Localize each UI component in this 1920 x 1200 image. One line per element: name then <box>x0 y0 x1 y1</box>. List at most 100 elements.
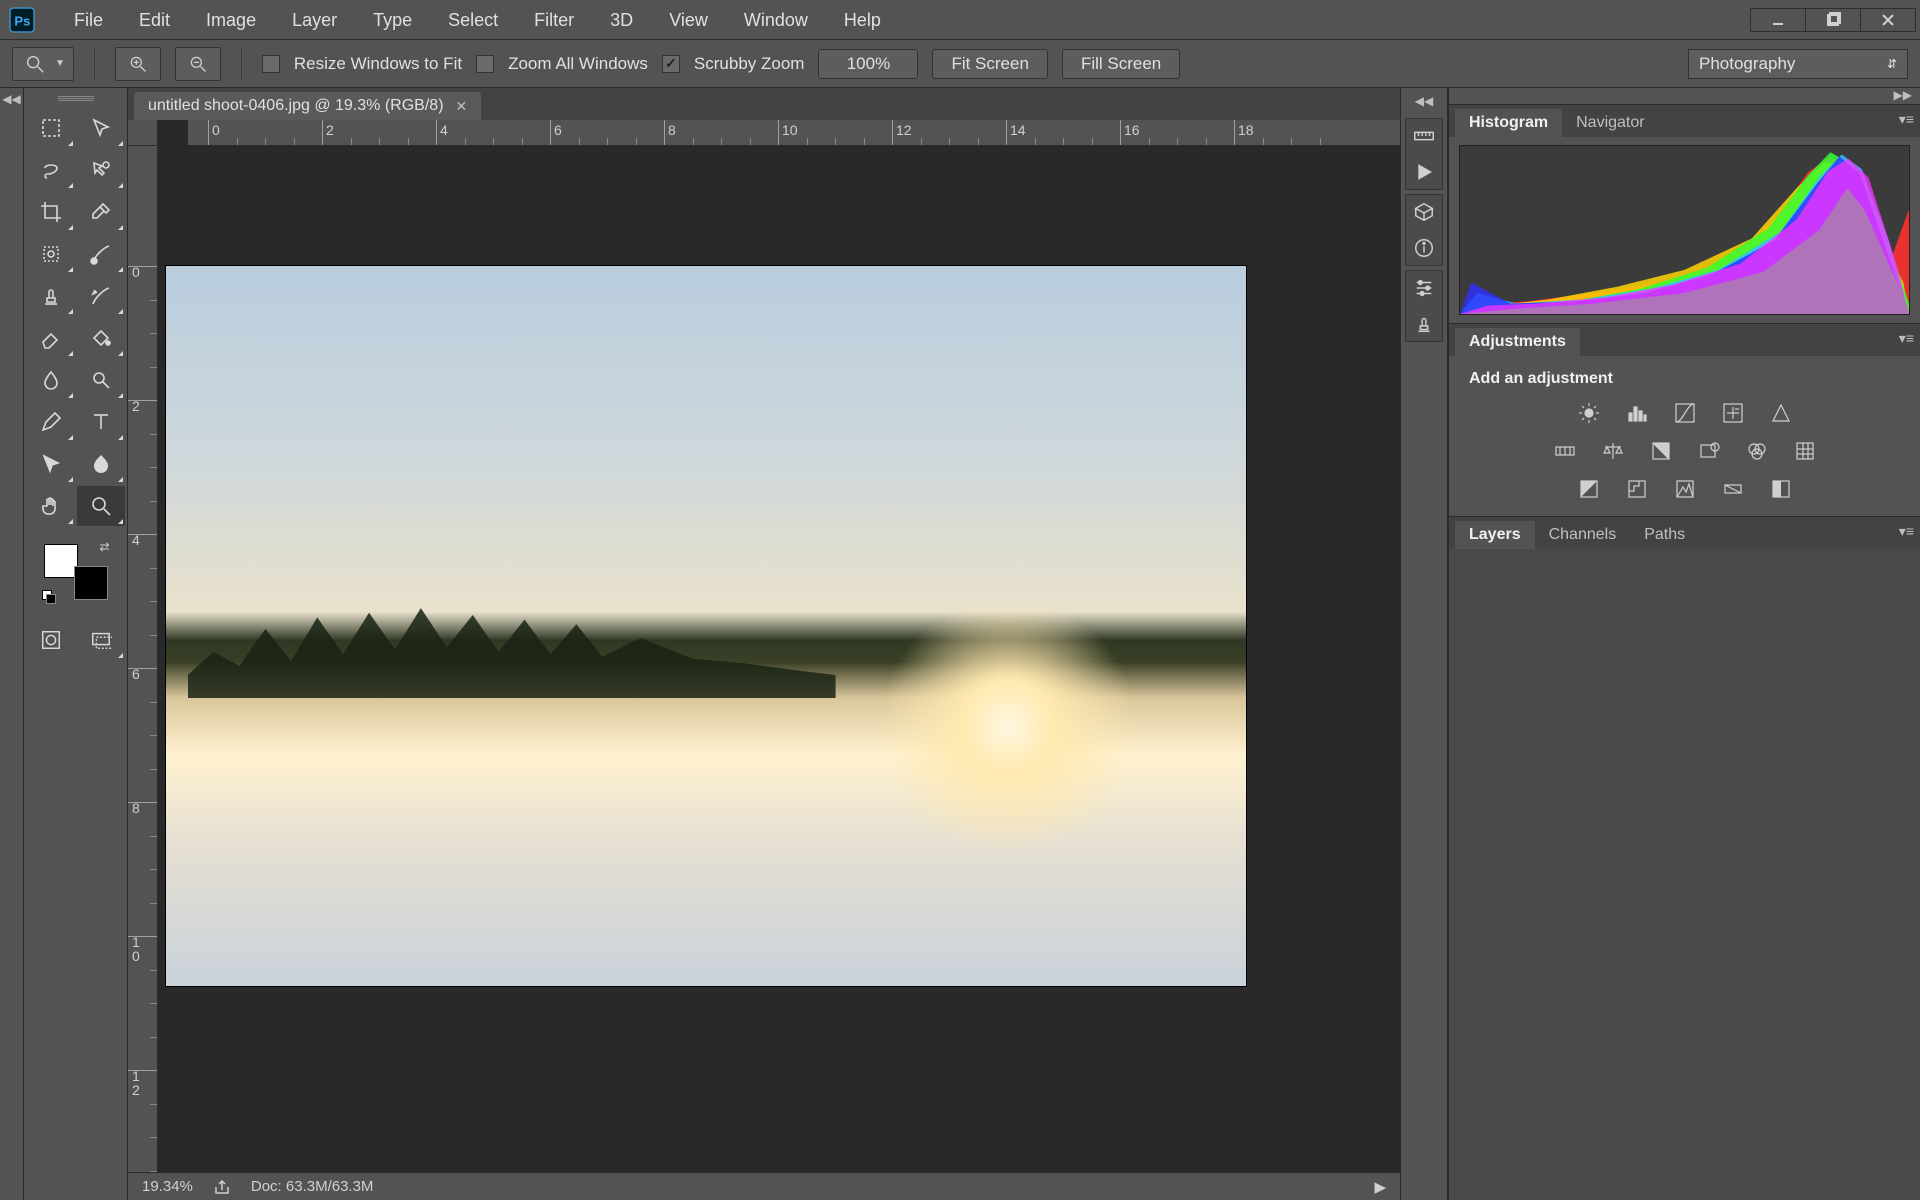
adjustment-selective-color[interactable] <box>1766 476 1796 502</box>
workspace-selected: Photography <box>1699 54 1795 74</box>
background-color[interactable] <box>74 566 108 600</box>
adjustment-color-lookup[interactable] <box>1790 438 1820 464</box>
adjustment-bw[interactable] <box>1646 438 1676 464</box>
menu-layer[interactable]: Layer <box>274 0 355 40</box>
adjustment-balance[interactable] <box>1598 438 1628 464</box>
zoom-status[interactable]: 19.34% <box>142 1178 193 1195</box>
fit-screen-button[interactable]: Fit Screen <box>932 49 1047 79</box>
ruler-horizontal[interactable]: 024681012141618 <box>188 120 1400 146</box>
toolbox-collapse[interactable]: ◀◀ <box>0 88 24 1200</box>
fill-screen-button[interactable]: Fill Screen <box>1062 49 1180 79</box>
maximize-button[interactable] <box>1805 8 1861 32</box>
tool-type[interactable] <box>77 402 125 442</box>
ruler-icon[interactable] <box>1411 123 1437 149</box>
tab-histogram[interactable]: Histogram <box>1455 109 1562 137</box>
menu-edit[interactable]: Edit <box>121 0 188 40</box>
minimize-button[interactable] <box>1750 8 1806 32</box>
canvas-viewport[interactable] <box>158 146 1400 1172</box>
tool-zoom[interactable] <box>77 486 125 526</box>
collapse-icon[interactable]: ◀◀ <box>1415 94 1433 108</box>
adjustment-levels[interactable] <box>1622 400 1652 426</box>
status-menu-icon[interactable]: ▶ <box>1374 1178 1386 1196</box>
tool-stamp[interactable] <box>27 276 75 316</box>
menu-view[interactable]: View <box>651 0 726 40</box>
chevron-down-icon: ▼ <box>55 58 65 69</box>
adjustment-posterize[interactable] <box>1622 476 1652 502</box>
adjustment-threshold[interactable] <box>1670 476 1700 502</box>
tab-adjustments[interactable]: Adjustments <box>1455 328 1580 356</box>
tab-channels[interactable]: Channels <box>1535 521 1631 549</box>
adjustment-invert[interactable] <box>1574 476 1604 502</box>
tool-marquee[interactable] <box>27 108 75 148</box>
menu-select[interactable]: Select <box>430 0 516 40</box>
zoom-in-button[interactable] <box>115 47 161 81</box>
adjustment-curves[interactable] <box>1670 400 1700 426</box>
sliders-icon[interactable] <box>1411 275 1437 301</box>
scrubby-zoom-checkbox[interactable] <box>662 55 680 73</box>
adjustment-channel-mixer[interactable] <box>1742 438 1772 464</box>
panel-menu-icon[interactable]: ▾≡ <box>1899 111 1914 128</box>
zoom-out-button[interactable] <box>175 47 221 81</box>
adjustment-photo-filter[interactable] <box>1694 438 1724 464</box>
play-icon[interactable] <box>1411 159 1437 185</box>
tool-quick-select[interactable] <box>77 150 125 190</box>
screen-mode-toggle[interactable] <box>77 620 125 660</box>
dock-expand[interactable]: ▶▶ <box>1449 88 1920 104</box>
tool-brush[interactable] <box>77 234 125 274</box>
adjustment-exposure[interactable] <box>1718 400 1748 426</box>
tab-paths[interactable]: Paths <box>1630 521 1699 549</box>
menu-filter[interactable]: Filter <box>516 0 592 40</box>
tool-path-select[interactable] <box>27 444 75 484</box>
tool-history-brush[interactable] <box>77 276 125 316</box>
tool-crop[interactable] <box>27 192 75 232</box>
menu-file[interactable]: File <box>56 0 121 40</box>
share-icon[interactable] <box>213 1178 231 1196</box>
tool-hand[interactable] <box>27 486 75 526</box>
toolbox-grip[interactable] <box>56 96 96 102</box>
info-icon[interactable] <box>1411 235 1437 261</box>
menu-help[interactable]: Help <box>826 0 899 40</box>
tool-eraser[interactable] <box>27 318 75 358</box>
panel-menu-icon[interactable]: ▾≡ <box>1899 330 1914 347</box>
swap-colors-icon[interactable]: ⇄ <box>99 540 109 554</box>
tool-move[interactable] <box>77 108 125 148</box>
document-tab[interactable]: untitled shoot-0406.jpg @ 19.3% (RGB/8) … <box>134 92 481 120</box>
adjustment-vibrance[interactable] <box>1766 400 1796 426</box>
ruler-vertical[interactable]: 02468101214 <box>128 146 158 1172</box>
strip-group <box>1405 270 1443 342</box>
adjustment-brightness[interactable] <box>1574 400 1604 426</box>
tool-dodge[interactable] <box>77 360 125 400</box>
zoom-100-button[interactable]: 100% <box>818 49 918 79</box>
menu-image[interactable]: Image <box>188 0 274 40</box>
menu-3d[interactable]: 3D <box>592 0 651 40</box>
close-tab-icon[interactable]: ✕ <box>456 98 468 115</box>
tool-lasso[interactable] <box>27 150 75 190</box>
tool-patch[interactable] <box>27 234 75 274</box>
tab-layers[interactable]: Layers <box>1455 521 1535 549</box>
tool-eyedropper[interactable] <box>77 192 125 232</box>
menu-window[interactable]: Window <box>726 0 826 40</box>
adjustment-hue[interactable] <box>1550 438 1580 464</box>
resize-windows-checkbox[interactable] <box>262 55 280 73</box>
canvas[interactable] <box>166 266 1246 986</box>
adjustment-gradient-map[interactable] <box>1718 476 1748 502</box>
tool-shape[interactable] <box>77 444 125 484</box>
cube-icon[interactable] <box>1411 199 1437 225</box>
tool-paint-bucket[interactable] <box>77 318 125 358</box>
tab-navigator[interactable]: Navigator <box>1562 109 1658 137</box>
quickmask-toggle[interactable] <box>27 620 75 660</box>
ruler-v-label: 12 <box>132 1069 140 1097</box>
close-button[interactable] <box>1860 8 1916 32</box>
menu-type[interactable]: Type <box>355 0 430 40</box>
layers-list[interactable] <box>1449 549 1920 1200</box>
workspace-selector[interactable]: Photography ⇵ <box>1688 49 1908 79</box>
default-colors-icon[interactable] <box>42 590 56 604</box>
tool-blur[interactable] <box>27 360 75 400</box>
zoom-all-checkbox[interactable] <box>476 55 494 73</box>
tool-pen[interactable] <box>27 402 75 442</box>
current-tool-indicator[interactable]: ▼ <box>12 47 74 81</box>
stamp-icon[interactable] <box>1411 311 1437 337</box>
foreground-color[interactable] <box>44 544 78 578</box>
panel-menu-icon[interactable]: ▾≡ <box>1899 523 1914 540</box>
layers-panel: Layers Channels Paths ▾≡ <box>1449 516 1920 1200</box>
